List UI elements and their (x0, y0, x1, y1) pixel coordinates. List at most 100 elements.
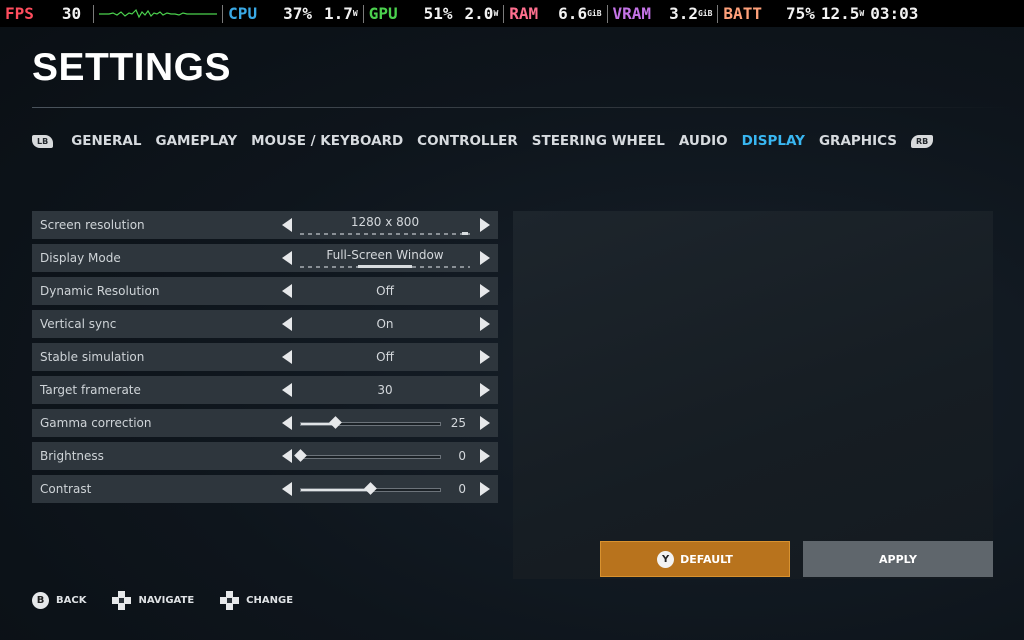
setting-label: Stable simulation (40, 350, 145, 364)
navigate-hint: NAVIGATE (112, 591, 194, 610)
tab-audio[interactable]: AUDIO (679, 133, 728, 149)
setting-label: Dynamic Resolution (40, 284, 160, 298)
apply-button[interactable]: APPLY (803, 541, 993, 577)
setting-label: Display Mode (40, 251, 121, 265)
change-hint: CHANGE (220, 591, 293, 610)
setting-value: 1280 x 800 (350, 215, 420, 229)
overlay-divider (717, 4, 719, 23)
ram-label: RAM (509, 4, 539, 23)
setting-value: 0 (458, 482, 466, 496)
cpu-label: CPU (228, 4, 258, 23)
dpad-icon (220, 591, 240, 610)
setting-value: 0 (458, 449, 466, 463)
setting-label: Screen resolution (40, 218, 145, 232)
arrow-right-icon[interactable] (480, 317, 490, 331)
arrow-left-icon[interactable] (282, 317, 292, 331)
setting-label: Gamma correction (40, 416, 152, 430)
ram-unit: GiB (587, 9, 602, 18)
dpad-icon (112, 591, 132, 610)
apply-button-label: APPLY (879, 552, 917, 566)
setting-label: Brightness (40, 449, 104, 463)
frametime-graph (99, 8, 218, 18)
vram-unit: GiB (697, 9, 713, 18)
tab-graphics[interactable]: GRAPHICS (819, 133, 897, 149)
setting-value: On (376, 317, 394, 331)
default-button[interactable]: Y DEFAULT (600, 541, 790, 577)
brightness-slider[interactable] (294, 449, 441, 462)
contrast-slider[interactable] (300, 482, 441, 495)
b-button-icon: B (32, 592, 49, 609)
arrow-right-icon[interactable] (480, 284, 490, 298)
gpu-percent: 51% (423, 4, 453, 23)
default-button-label: DEFAULT (680, 552, 733, 566)
slider-thumb[interactable] (363, 482, 377, 495)
arrow-left-icon[interactable] (282, 416, 292, 430)
tab-controller[interactable]: CONTROLLER (417, 133, 518, 149)
lb-bumper-icon[interactable]: LB (32, 134, 54, 148)
arrow-right-icon[interactable] (480, 251, 490, 265)
setting-value: Full-Screen Window (326, 248, 444, 262)
overlay-divider (503, 4, 505, 23)
clock: 03:03 (870, 4, 919, 23)
back-hint[interactable]: B BACK (32, 592, 86, 609)
arrow-left-icon[interactable] (282, 449, 292, 463)
gpu-label: GPU (368, 4, 398, 23)
vram-value: 3.2 (669, 4, 698, 23)
gpu-watts-unit: W (493, 9, 499, 18)
arrow-left-icon[interactable] (282, 383, 292, 397)
tab-display[interactable]: DISPLAY (742, 133, 805, 149)
setting-row-screen-resolution[interactable]: Screen resolution 1280 x 800 (32, 211, 498, 239)
setting-row-target-framerate[interactable]: Target framerate 30 (32, 376, 498, 404)
setting-label: Vertical sync (40, 317, 117, 331)
title-divider (32, 107, 1012, 108)
slider-thumb[interactable] (294, 449, 307, 462)
battery-watts: 12.5 (820, 4, 860, 23)
cpu-watts-unit: W (352, 9, 358, 18)
setting-value: 30 (377, 383, 393, 397)
arrow-left-icon[interactable] (282, 251, 292, 265)
tab-general[interactable]: GENERAL (71, 133, 141, 149)
arrow-left-icon[interactable] (282, 284, 292, 298)
setting-value: Off (376, 284, 394, 298)
arrow-right-icon[interactable] (480, 449, 490, 463)
setting-row-gamma-correction[interactable]: Gamma correction 25 (32, 409, 498, 437)
performance-overlay: FPS 30 CPU 37% 1.7 W GPU 51% 2.0 W RAM 6.6… (0, 0, 1024, 27)
arrow-right-icon[interactable] (480, 383, 490, 397)
vram-label: VRAM (612, 4, 652, 23)
arrow-right-icon[interactable] (480, 482, 490, 496)
battery-watts-unit: W (859, 9, 865, 18)
tab-mouse-keyboard[interactable]: MOUSE / KEYBOARD (251, 133, 403, 149)
setting-label: Contrast (40, 482, 92, 496)
setting-row-contrast[interactable]: Contrast 0 (32, 475, 498, 503)
cpu-percent: 37% (283, 4, 312, 23)
overlay-divider (222, 4, 224, 23)
arrow-left-icon[interactable] (282, 482, 292, 496)
option-indicator-active (358, 265, 412, 268)
battery-percent: 75% (785, 4, 815, 23)
display-settings-list: Screen resolution 1280 x 800 Display Mod… (32, 211, 498, 508)
arrow-left-icon[interactable] (282, 218, 292, 232)
overlay-divider (93, 4, 95, 23)
y-button-icon: Y (657, 550, 675, 568)
slider-thumb[interactable] (328, 416, 342, 429)
setting-row-stable-simulation[interactable]: Stable simulation Off (32, 343, 498, 371)
setting-label: Target framerate (40, 383, 141, 397)
setting-row-vertical-sync[interactable]: Vertical sync On (32, 310, 498, 338)
setting-row-dynamic-resolution[interactable]: Dynamic Resolution Off (32, 277, 498, 305)
gamma-slider[interactable] (300, 416, 441, 429)
change-label: CHANGE (246, 595, 294, 606)
arrow-right-icon[interactable] (480, 350, 490, 364)
arrow-left-icon[interactable] (282, 350, 292, 364)
fps-value: 30 (61, 4, 82, 23)
tab-gameplay[interactable]: GAMEPLAY (155, 133, 237, 149)
setting-row-display-mode[interactable]: Display Mode Full-Screen Window (32, 244, 498, 272)
setting-row-brightness[interactable]: Brightness 0 (32, 442, 498, 470)
back-label: BACK (56, 595, 87, 606)
tab-steering-wheel[interactable]: STEERING WHEEL (532, 133, 665, 149)
arrow-right-icon[interactable] (480, 218, 490, 232)
arrow-right-icon[interactable] (480, 416, 490, 430)
fps-label: FPS (5, 4, 34, 23)
settings-tab-bar: LB GENERAL GAMEPLAY MOUSE / KEYBOARD CON… (32, 132, 934, 150)
rb-bumper-icon[interactable]: RB (911, 134, 934, 148)
ram-value: 6.6 (558, 4, 588, 23)
